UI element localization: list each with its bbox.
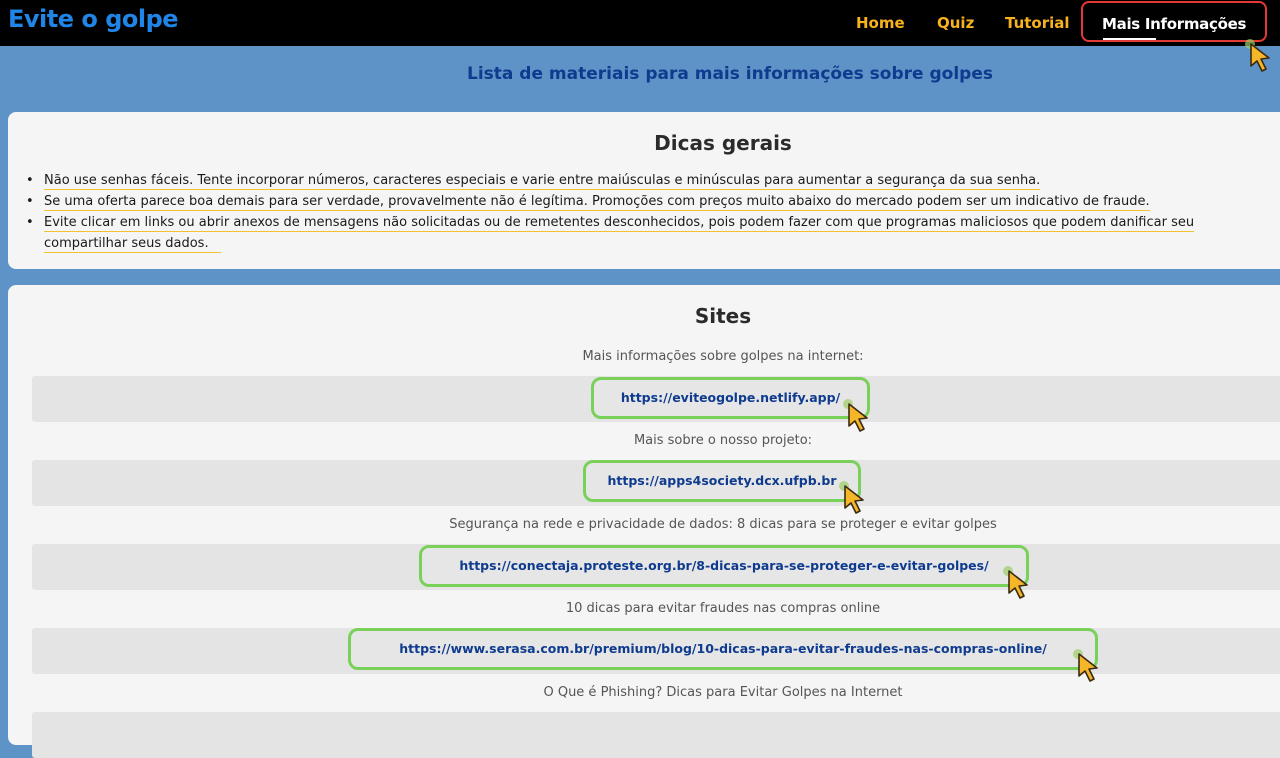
general-tips-card: Dicas gerais Não use senhas fáceis. Tent…	[8, 112, 1280, 269]
link-row	[32, 712, 1280, 758]
site-link-text[interactable]: https://conectaja.proteste.org.br/8-dica…	[422, 558, 1026, 573]
pointer-cursor-icon	[1003, 566, 1028, 599]
site-description: 10 dicas para evitar fraudes nas compras…	[565, 601, 881, 616]
site-link-text[interactable]: https://eviteogolpe.netlify.app/	[594, 390, 867, 405]
nav-more-info-link[interactable]: Mais Informações	[1081, 1, 1267, 42]
site-description: Segurança na rede e privacidade de dados…	[449, 517, 997, 532]
page-title: Lista de materiais para mais informações…	[467, 64, 993, 84]
top-navbar: Evite o golpe Home Quiz Tutorial Mais In…	[0, 0, 1280, 46]
nav-more-info-label: Mais Informações	[1102, 15, 1247, 33]
site-link-proteste[interactable]: https://conectaja.proteste.org.br/8-dica…	[419, 545, 1029, 587]
site-description: O Que é Phishing? Dicas para Evitar Golp…	[543, 685, 903, 700]
site-link-eviteogolpe[interactable]: https://eviteogolpe.netlify.app/	[591, 377, 870, 419]
list-item: Não use senhas fáceis. Tente incorporar …	[22, 170, 1280, 191]
site-link-apps4society[interactable]: https://apps4society.dcx.ufpb.br	[583, 460, 861, 502]
pointer-cursor-icon	[839, 481, 864, 514]
site-description: Mais sobre o nosso projeto:	[633, 433, 813, 448]
nav-quiz-link[interactable]: Quiz	[937, 14, 974, 32]
site-description: Mais informações sobre golpes na interne…	[582, 349, 864, 364]
brand-logo[interactable]: Evite o golpe	[8, 5, 179, 33]
list-item: Evite clicar em links ou abrir anexos de…	[22, 212, 1280, 233]
nav-tutorial-link[interactable]: Tutorial	[1005, 14, 1070, 32]
nav-home-link[interactable]: Home	[856, 14, 905, 32]
pointer-cursor-icon	[1073, 649, 1098, 682]
site-link-serasa[interactable]: https://www.serasa.com.br/premium/blog/1…	[348, 628, 1098, 670]
site-link-text[interactable]: https://www.serasa.com.br/premium/blog/1…	[351, 641, 1095, 656]
sites-title: Sites	[694, 304, 752, 328]
list-item: Se uma oferta parece boa demais para ser…	[22, 191, 1280, 212]
site-link-text[interactable]: https://apps4society.dcx.ufpb.br	[586, 473, 858, 488]
tips-list: Não use senhas fáceis. Tente incorporar …	[22, 170, 1280, 254]
pointer-cursor-icon	[843, 399, 868, 432]
list-item-continuation: compartilhar seus dados.	[22, 233, 1280, 254]
active-underline	[1103, 38, 1156, 40]
general-tips-title: Dicas gerais	[654, 131, 792, 155]
